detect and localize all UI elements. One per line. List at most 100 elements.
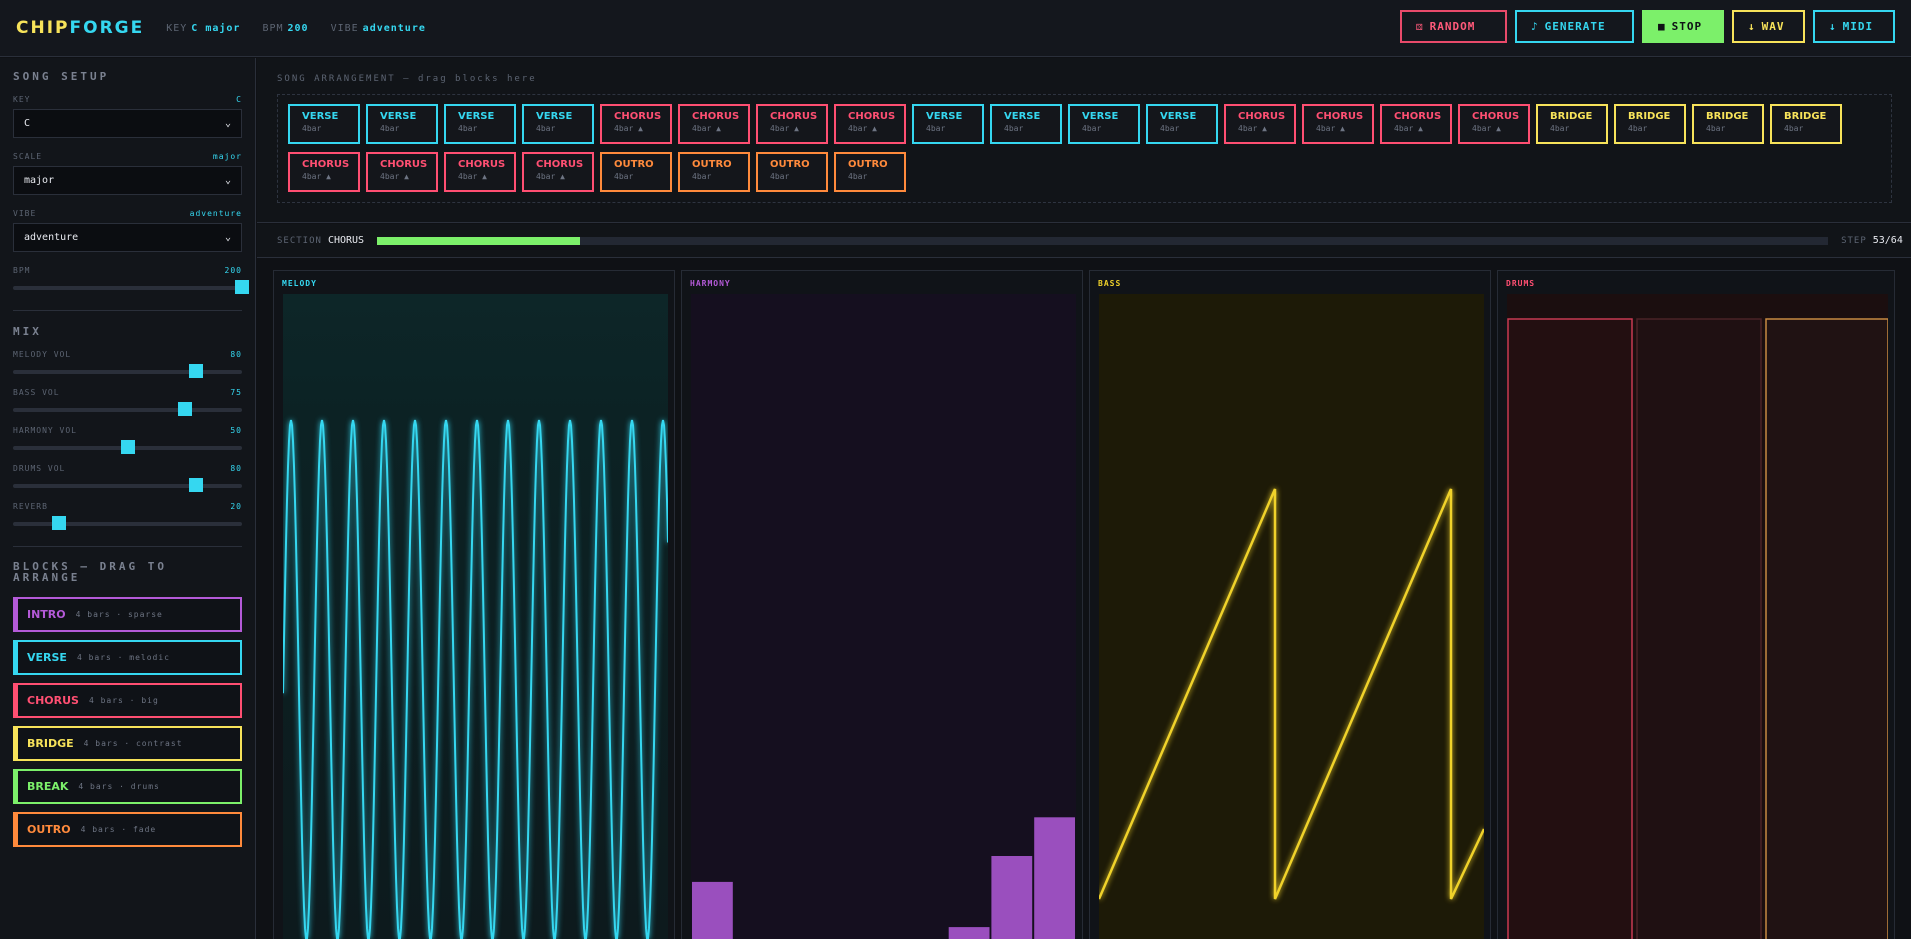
generate-button[interactable]: ♪ GENERATE: [1515, 10, 1634, 43]
chip-bars: 4bar: [614, 172, 634, 181]
arrangement-chip[interactable]: CHORUS 4bar ▲: [678, 104, 750, 144]
key-label: KEY: [13, 95, 31, 104]
arrangement-chip[interactable]: OUTRO 4bar: [834, 152, 906, 192]
bpm-field-header: BPM 200: [13, 266, 242, 275]
arrangement-chip[interactable]: CHORUS 4bar ▲: [1458, 104, 1530, 144]
harmony-visualizer: [691, 294, 1076, 939]
slider-thumb[interactable]: [177, 402, 192, 416]
arrangement-chip[interactable]: OUTRO 4bar: [678, 152, 750, 192]
block-palette-item[interactable]: OUTRO 4 bars · fade: [13, 812, 242, 847]
chip-name: VERSE: [302, 111, 339, 122]
chip-bars: 4bar ▲: [458, 172, 487, 181]
drum-pad-snare: [1636, 318, 1762, 939]
song-setup-title: SONG SETUP: [13, 70, 110, 83]
arrangement-chip[interactable]: BRIDGE 4bar: [1536, 104, 1608, 144]
slider-thumb[interactable]: [51, 516, 66, 530]
section-value: CHORUS: [327, 235, 365, 246]
random-button[interactable]: ⚄ RANDOM: [1400, 10, 1507, 43]
block-desc: 4 bars · fade: [80, 825, 157, 834]
arrangement-chip[interactable]: CHORUS 4bar ▲: [600, 104, 672, 144]
arrangement-chip[interactable]: VERSE 4bar: [444, 104, 516, 144]
arrangement-chip[interactable]: CHORUS 4bar ▲: [1224, 104, 1296, 144]
midi-button-label: MIDI: [1842, 20, 1874, 33]
block-palette-item[interactable]: INTRO 4 bars · sparse: [13, 597, 242, 632]
stop-button[interactable]: ■ STOP: [1642, 10, 1724, 43]
sidebar: SONG SETUP KEY C C ⌄ SCALE major major ⌄ VIB…: [0, 58, 256, 939]
arrangement-chip[interactable]: CHORUS 4bar ▲: [288, 152, 360, 192]
mix-slider[interactable]: [13, 402, 242, 416]
arrangement-chip[interactable]: VERSE 4bar: [1068, 104, 1140, 144]
arrangement-chip[interactable]: VERSE 4bar: [1146, 104, 1218, 144]
arrangement-chip[interactable]: CHORUS 4bar ▲: [834, 104, 906, 144]
slider-thumb[interactable]: [120, 440, 135, 454]
top-bar: CHIPFORGE KEY C major BPM 200 VIBE adventur…: [0, 0, 1911, 57]
chip-bars: 4bar: [380, 124, 400, 133]
arrangement-chip[interactable]: CHORUS 4bar ▲: [756, 104, 828, 144]
arrangement-chip[interactable]: CHORUS 4bar ▲: [444, 152, 516, 192]
vibe-label: VIBE: [13, 209, 37, 218]
chip-name: CHORUS: [302, 159, 350, 170]
melody-panel: MELODY: [273, 270, 675, 939]
mix-value: 50: [230, 426, 242, 435]
chip-bars: 4bar: [1550, 124, 1570, 133]
chip-name: CHORUS: [848, 111, 896, 122]
arrangement-chip[interactable]: OUTRO 4bar: [756, 152, 828, 192]
block-palette-item[interactable]: CHORUS 4 bars · big: [13, 683, 242, 718]
chip-bars: 4bar ▲: [770, 124, 799, 133]
scale-select[interactable]: major ⌄: [13, 166, 242, 195]
slider-thumb[interactable]: [235, 280, 249, 294]
arrangement-chip[interactable]: CHORUS 4bar ▲: [1380, 104, 1452, 144]
arrangement-chip[interactable]: VERSE 4bar: [366, 104, 438, 144]
bass-panel: BASS: [1089, 270, 1491, 939]
harmony-panel-title: HARMONY: [690, 279, 731, 288]
block-desc: 4 bars · contrast: [83, 739, 183, 748]
mix-slider[interactable]: [13, 478, 242, 492]
arrangement-chip[interactable]: CHORUS 4bar ▲: [366, 152, 438, 192]
block-palette-item[interactable]: VERSE 4 bars · melodic: [13, 640, 242, 675]
logo-part-chip: CHIP: [16, 18, 70, 38]
arrangement-dropzone[interactable]: VERSE 4bar VERSE 4bar VERSE 4bar VERSE 4bar CHOR…: [277, 94, 1892, 203]
vibe-select[interactable]: adventure ⌄: [13, 223, 242, 252]
arrangement-chip[interactable]: VERSE 4bar: [288, 104, 360, 144]
block-palette-item[interactable]: BRIDGE 4 bars · contrast: [13, 726, 242, 761]
playback-progress[interactable]: [377, 236, 1829, 245]
arrangement-chip[interactable]: BRIDGE 4bar: [1614, 104, 1686, 144]
arrangement-chip[interactable]: CHORUS 4bar ▲: [1302, 104, 1374, 144]
bpm-slider[interactable]: [13, 280, 249, 294]
arrangement-chip[interactable]: VERSE 4bar: [522, 104, 594, 144]
mix-label: REVERB: [13, 502, 48, 511]
mix-label: HARMONY VOL: [13, 426, 77, 435]
block-desc: 4 bars · big: [88, 696, 159, 705]
bpm-label: BPM: [13, 266, 31, 275]
chip-bars: 4bar ▲: [614, 124, 643, 133]
scale-label: SCALE: [13, 152, 43, 161]
slider-thumb[interactable]: [189, 364, 204, 378]
mix-slider[interactable]: [13, 440, 242, 454]
chip-bars: 4bar: [1160, 124, 1180, 133]
key-value-display: C: [236, 95, 242, 104]
arrangement-chip[interactable]: VERSE 4bar: [912, 104, 984, 144]
export-midi-button[interactable]: ↓ MIDI: [1813, 10, 1895, 43]
mix-slider[interactable]: [13, 516, 242, 530]
mix-label: BASS VOL: [13, 388, 60, 397]
arrangement-chip[interactable]: CHORUS 4bar ▲: [522, 152, 594, 192]
slider-thumb[interactable]: [189, 478, 204, 492]
chip-bars: 4bar: [536, 124, 556, 133]
slider-track: [13, 484, 242, 488]
arrangement-chip[interactable]: VERSE 4bar: [990, 104, 1062, 144]
chip-bars: 4bar: [458, 124, 478, 133]
arrangement-chip[interactable]: BRIDGE 4bar: [1770, 104, 1842, 144]
key-select[interactable]: C ⌄: [13, 109, 242, 138]
block-name: VERSE: [27, 651, 67, 664]
chip-bars: 4bar ▲: [380, 172, 409, 181]
block-palette-item[interactable]: BREAK 4 bars · drums: [13, 769, 242, 804]
arrangement-chip[interactable]: BRIDGE 4bar: [1692, 104, 1764, 144]
chip-bars: 4bar: [692, 172, 712, 181]
arrangement-chip[interactable]: OUTRO 4bar: [600, 152, 672, 192]
step-label: STEP: [1841, 235, 1867, 246]
export-wav-button[interactable]: ↓ WAV: [1732, 10, 1805, 43]
harmony-bars-svg: [691, 294, 1076, 939]
chip-name: OUTRO: [692, 159, 732, 170]
chip-name: CHORUS: [614, 111, 662, 122]
mix-slider[interactable]: [13, 364, 242, 378]
